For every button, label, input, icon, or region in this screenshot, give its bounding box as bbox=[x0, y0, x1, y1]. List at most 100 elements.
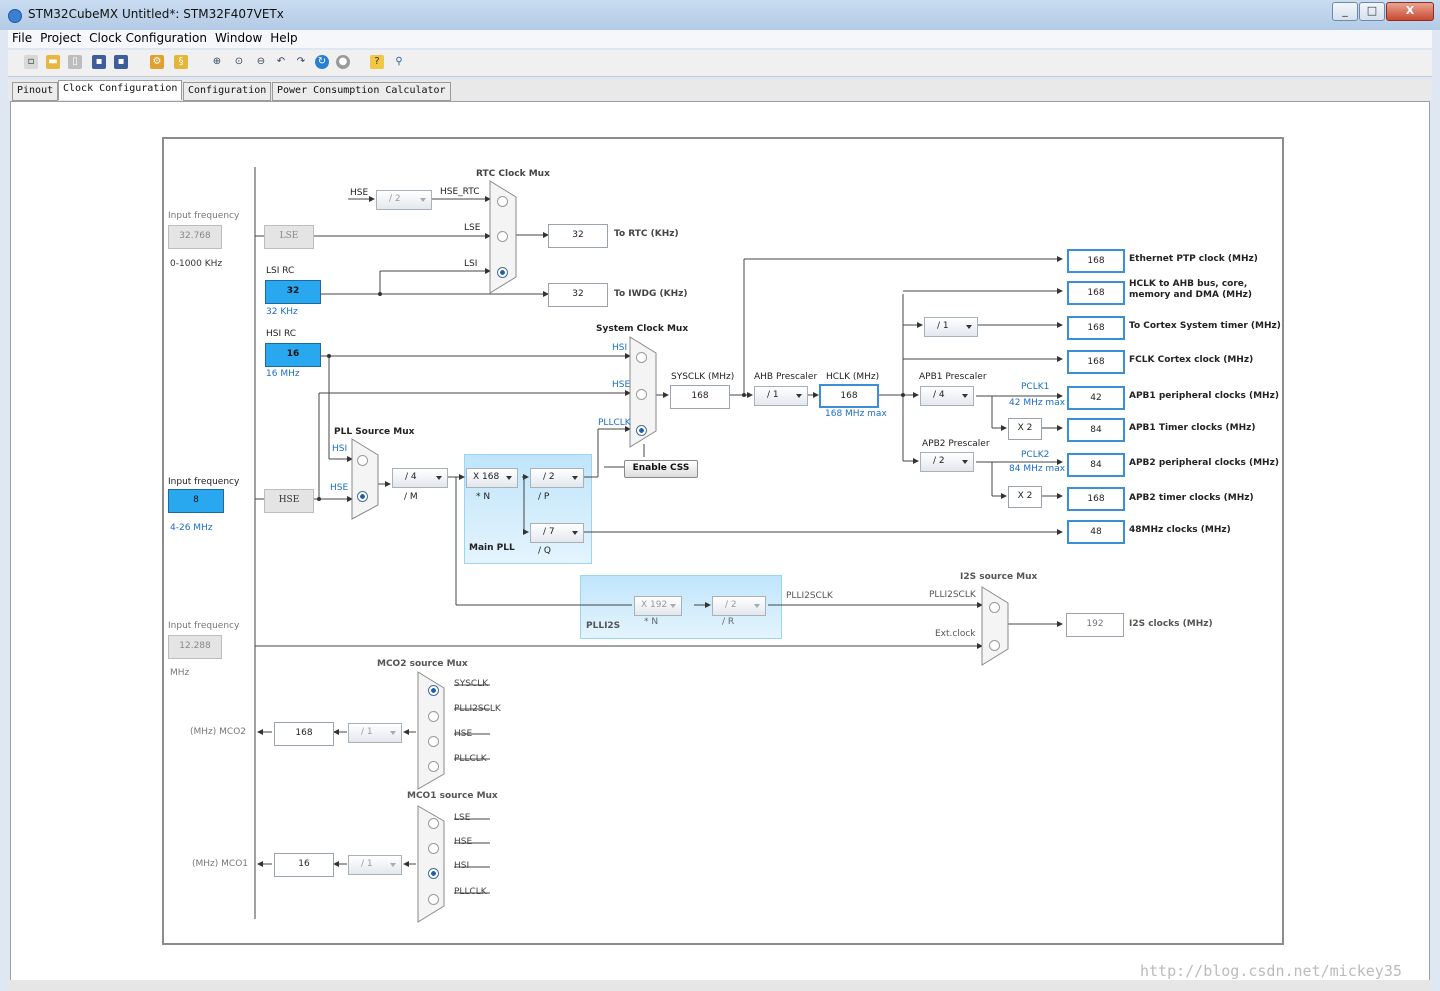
system-clock-mux-title: System Clock Mux bbox=[596, 324, 689, 334]
pll-src-hsi-radio[interactable] bbox=[357, 455, 368, 466]
zoom-out-icon[interactable]: ⊖ bbox=[254, 55, 268, 69]
sys-mux-pllclk-radio[interactable] bbox=[636, 425, 647, 436]
apb2-timer-clock-value[interactable]: 168 bbox=[1067, 487, 1125, 511]
hclk-ahb-clock-value[interactable]: 168 bbox=[1067, 281, 1125, 305]
mco2-mux-plli2sclk-radio[interactable] bbox=[428, 711, 439, 722]
mco1-mux-hse-radio[interactable] bbox=[428, 843, 439, 854]
ethernet-ptp-clock-value[interactable]: 168 bbox=[1067, 249, 1125, 273]
mco1-mux-pllclk-radio[interactable] bbox=[428, 894, 439, 905]
rtc-mux-lsi-radio[interactable] bbox=[497, 267, 508, 278]
menu-file[interactable]: File bbox=[8, 30, 36, 45]
undo-icon[interactable]: ↶ bbox=[274, 55, 288, 69]
menu-help[interactable]: Help bbox=[266, 30, 301, 45]
apb1-prescaler-select[interactable]: / 4 bbox=[920, 386, 974, 406]
reset-clock-icon[interactable]: ↻ bbox=[315, 55, 329, 69]
sysmux-pllclk-label: PLLCLK bbox=[598, 418, 631, 428]
clock-48mhz-value[interactable]: 48 bbox=[1067, 520, 1125, 544]
pll-q-divider[interactable]: / 7 bbox=[530, 523, 584, 543]
menu-clock-configuration[interactable]: Clock Configuration bbox=[85, 30, 211, 45]
hse-range-label: 4-26 MHz bbox=[170, 523, 213, 533]
plli2s-r-label: / R bbox=[722, 617, 735, 627]
ahb-prescaler-select[interactable]: / 1 bbox=[754, 386, 808, 406]
pll-src-hse-radio[interactable] bbox=[357, 491, 368, 502]
apb2-peripheral-clock-value[interactable]: 84 bbox=[1067, 453, 1125, 477]
i2s-mux-ext-radio[interactable] bbox=[989, 640, 1000, 651]
hclk-input[interactable]: 168 bbox=[819, 384, 879, 408]
lse-range-label: 0-1000 KHz bbox=[170, 259, 223, 269]
clock-48mhz-label: 48MHz clocks (MHz) bbox=[1129, 525, 1231, 535]
apb1-timer-clock-value[interactable]: 84 bbox=[1067, 418, 1125, 442]
cortex-system-timer-label: To Cortex System timer (MHz) bbox=[1129, 321, 1281, 331]
mco2-divider[interactable]: / 1 bbox=[348, 723, 402, 743]
pll-m-label: / M bbox=[404, 492, 418, 502]
copy-icon[interactable]: ▯ bbox=[68, 55, 82, 69]
save-all-icon[interactable]: ▪ bbox=[114, 55, 128, 69]
open-folder-icon[interactable]: ▬ bbox=[46, 55, 60, 69]
tab-pinout[interactable]: Pinout bbox=[12, 82, 59, 101]
chevron-down-icon bbox=[670, 604, 676, 608]
apb1-peripheral-clock-value[interactable]: 42 bbox=[1067, 386, 1125, 410]
mco2-mux-hse-radio[interactable] bbox=[428, 736, 439, 747]
mco2-mux-sysclk-radio[interactable] bbox=[428, 685, 439, 696]
hse-rtc-label: HSE_RTC bbox=[440, 187, 480, 197]
sys-mux-hsi-radio[interactable] bbox=[636, 352, 647, 363]
sysmux-hsi-label: HSI bbox=[612, 343, 628, 353]
rtc-mux-hse-radio[interactable] bbox=[497, 196, 508, 207]
hsi-rc-label: HSI RC bbox=[266, 329, 297, 339]
chevron-down-icon bbox=[572, 476, 578, 480]
pll-q-label: / Q bbox=[538, 546, 551, 556]
zoom-fit-icon[interactable]: ⊙ bbox=[232, 55, 246, 69]
menu-window[interactable]: Window bbox=[211, 30, 266, 45]
status-bar bbox=[8, 980, 1432, 991]
apb1-timer-clock-label: APB1 Timer clocks (MHz) bbox=[1129, 423, 1256, 433]
zoom-in-icon[interactable]: ⊕ bbox=[210, 55, 224, 69]
apb2-prescaler-select[interactable]: / 2 bbox=[920, 452, 974, 472]
mco1-value: 16 bbox=[274, 853, 334, 877]
lsi-unit: 32 KHz bbox=[266, 307, 298, 317]
plli2s-r-divider[interactable]: / 2 bbox=[712, 596, 766, 616]
disabled-icon[interactable]: ● bbox=[336, 55, 350, 69]
mco2-mux-pllclk-radio[interactable] bbox=[428, 761, 439, 772]
toolbar: ▫ ▬ ▯ ▪ ▪ ⚙ § ⊕ ⊙ ⊖ ↶ ↷ ↻ ● ? ⚲ bbox=[8, 50, 1432, 77]
pll-m-divider[interactable]: / 4 bbox=[392, 468, 448, 488]
i2s-mux-plli2s-radio[interactable] bbox=[989, 602, 1000, 613]
mco1-mux-hsi-radio[interactable] bbox=[428, 868, 439, 879]
report-icon[interactable]: § bbox=[174, 55, 188, 69]
tab-clock-configuration[interactable]: Clock Configuration bbox=[58, 80, 183, 100]
rtc-hse-divider[interactable]: / 2 bbox=[376, 190, 432, 210]
pclk2-max-label: 84 MHz max bbox=[1009, 464, 1066, 474]
help-icon[interactable]: ? bbox=[370, 55, 384, 69]
enable-css-button[interactable]: Enable CSS bbox=[624, 460, 698, 478]
apb2-prescaler-value: / 2 bbox=[933, 456, 945, 466]
search-icon[interactable]: ⚲ bbox=[392, 55, 406, 69]
apb1-peripheral-clock-label: APB1 peripheral clocks (MHz) bbox=[1129, 391, 1279, 401]
close-button[interactable]: X bbox=[1386, 2, 1434, 21]
lse-input-label: Input frequency bbox=[168, 211, 240, 221]
hse-frequency-input[interactable]: 8 bbox=[168, 489, 224, 513]
pll-n-multiplier[interactable]: X 168 bbox=[466, 468, 518, 488]
lse-frequency-input[interactable]: 32.768 bbox=[168, 225, 222, 249]
apb2-timer-multiplier: X 2 bbox=[1008, 486, 1042, 508]
mco1-input-pllclk: PLLCLK bbox=[454, 887, 487, 897]
save-icon[interactable]: ▪ bbox=[92, 55, 106, 69]
minimize-button[interactable]: _ bbox=[1332, 2, 1358, 21]
i2s-ext-frequency-input[interactable]: 12.288 bbox=[168, 635, 222, 659]
tab-configuration[interactable]: Configuration bbox=[183, 82, 272, 101]
lsi-rc-label: LSI RC bbox=[266, 266, 295, 276]
maximize-button[interactable]: □ bbox=[1359, 2, 1385, 21]
plli2s-n-multiplier[interactable]: X 192 bbox=[634, 596, 682, 616]
mco1-divider[interactable]: / 1 bbox=[348, 855, 402, 875]
generate-code-icon[interactable]: ⚙ bbox=[150, 55, 164, 69]
rtc-mux-lse-radio[interactable] bbox=[497, 231, 508, 242]
mco1-mux-lse-radio[interactable] bbox=[428, 818, 439, 829]
new-project-icon[interactable]: ▫ bbox=[24, 55, 38, 69]
cortex-timer-divider[interactable]: / 1 bbox=[924, 317, 978, 337]
menu-project[interactable]: Project bbox=[36, 30, 85, 45]
tab-power-consumption[interactable]: Power Consumption Calculator bbox=[272, 82, 451, 101]
redo-icon[interactable]: ↷ bbox=[294, 55, 308, 69]
mco1-label: (MHz) MCO1 bbox=[192, 859, 248, 869]
cortex-system-timer-value[interactable]: 168 bbox=[1067, 316, 1125, 340]
fclk-cortex-clock-value[interactable]: 168 bbox=[1067, 350, 1125, 374]
pll-p-divider[interactable]: / 2 bbox=[530, 468, 584, 488]
sys-mux-hse-radio[interactable] bbox=[636, 389, 647, 400]
